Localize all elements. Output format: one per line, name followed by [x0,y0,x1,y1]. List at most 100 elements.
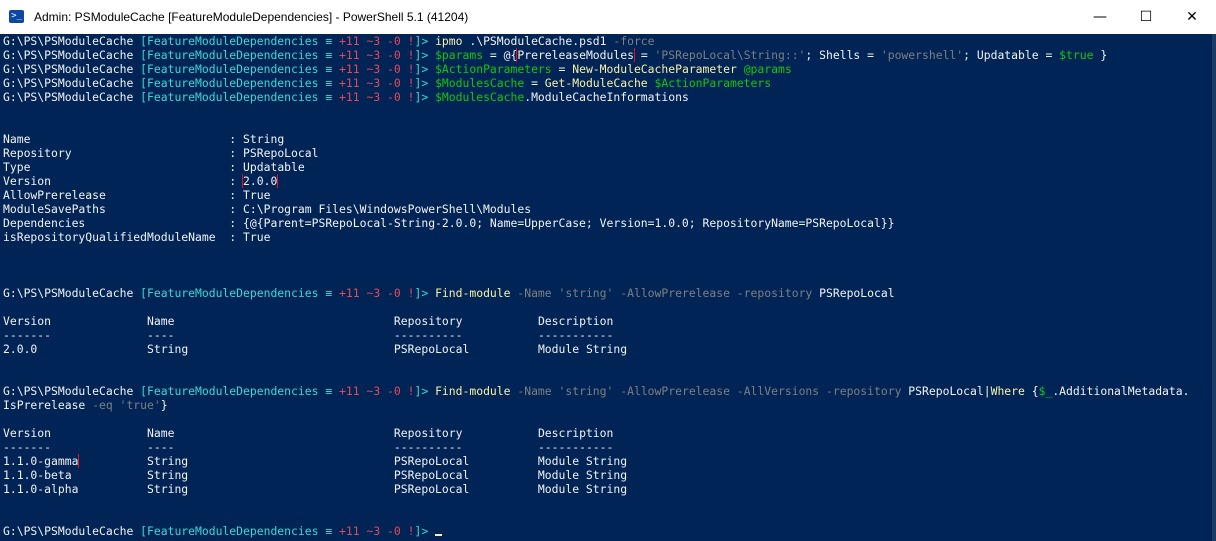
table-cell: Description [537,314,614,328]
info-key: Name [3,132,223,146]
table-row: 1.1.0-alpha String PSRepoLocal Module St… [3,482,1211,496]
prompt-end: ]> [414,62,436,76]
command-token: PSRepoLocal [812,286,895,300]
info-separator: : [222,216,244,230]
column-gap [174,328,393,342]
prompt-path: G:\PS\PSModuleCache [3,48,141,62]
prompt-end: ]> [414,524,436,538]
table-cell: Repository [393,314,463,328]
table-rule: ------- ---- ---------- ----------- [3,440,1211,454]
prompt-git-status: +11 ~3 -0 ! [339,524,415,538]
info-separator: : [222,202,244,216]
info-row: Repository : PSRepoLocal [3,146,1211,160]
command-line: G:\PS\PSModuleCache [FeatureModuleDepend… [3,90,1211,104]
command-token: .AdditionalMetadata. [1052,384,1190,398]
close-button[interactable]: ✕ [1169,0,1215,34]
prompt-separator: ≡ [318,90,340,104]
table-header: Version Name Repository Description [3,314,1211,328]
command-token: IsPrerelease [3,398,86,412]
column-gap [463,440,538,454]
command-token: = [524,76,545,90]
table-cell: Description [537,426,614,440]
command-token: ; Updatable = [963,48,1060,62]
prompt-separator: ≡ [318,524,340,538]
table-cell: ---------- [393,328,463,342]
table-cell: Repository [393,426,463,440]
table-header: Version Name Repository Description [3,426,1211,440]
info-key: isRepositoryQualifiedModuleName [3,230,223,244]
command-token: Find-module [435,286,511,300]
command-token: ; Shells = [805,48,881,62]
maximize-button[interactable]: ☐ [1123,0,1169,34]
highlighted-token: PrereleaseModules [516,48,635,62]
prompt-separator: ≡ [318,384,340,398]
command-token: { [1024,384,1039,398]
table-cell: Module String [537,468,628,482]
info-key: AllowPrerelease [3,188,223,202]
column-gap [78,482,147,496]
table-cell: PSRepoLocal [393,468,470,482]
command-line: G:\PS\PSModuleCache [FeatureModuleDepend… [3,48,1211,62]
table-cell: PSRepoLocal [393,342,470,356]
command-token: -force [613,34,655,48]
vertical-scrollbar[interactable] [1212,34,1216,541]
column-gap [469,454,538,468]
table-cell: ----------- [537,328,614,342]
prompt-git-status: +11 ~3 -0 ! [339,90,415,104]
command-token: $ModulesCache [435,76,525,90]
prompt-path: G:\PS\PSModuleCache [3,90,141,104]
info-row: Name : String [3,132,1211,146]
column-gap [72,468,147,482]
table-cell: String [147,342,189,356]
minimize-button[interactable]: — [1077,0,1123,34]
table-row: 2.0.0 String PSRepoLocal Module String [3,342,1211,356]
table-cell: ------- [3,328,52,342]
command-token: .\PSModuleCache.psd1 [462,34,614,48]
prompt-git-status: +11 ~3 -0 ! [339,384,415,398]
info-row: ModuleSavePaths : C:\Program Files\Windo… [3,202,1211,216]
column-gap [463,314,538,328]
command-token: Where [990,384,1025,398]
command-token: $params [435,48,484,62]
info-row: isRepositoryQualifiedModuleName : True [3,230,1211,244]
table-cell: Module String [537,454,628,468]
command-line: G:\PS\PSModuleCache [FeatureModuleDepend… [3,286,1211,300]
prompt-end: ]> [414,76,436,90]
command-token: 'true' [119,398,161,412]
info-key: Type [3,160,223,174]
prompt-path: G:\PS\PSModuleCache [3,384,141,398]
prompt-path: G:\PS\PSModuleCache [3,76,141,90]
prompt-git-status: +11 ~3 -0 ! [339,76,415,90]
command-token: -Name [517,384,552,398]
prompt-branch: [FeatureModuleDependencies [140,524,319,538]
prompt-separator: ≡ [318,48,340,62]
info-key: Version [3,174,223,188]
column-gap [469,468,538,482]
info-row: AllowPrerelease : True [3,188,1211,202]
prompt-end: ]> [414,90,436,104]
info-value: C:\Program Files\WindowsPowerShell\Modul… [243,202,532,216]
table-cell: PSRepoLocal [393,454,470,468]
prompt-separator: ≡ [318,34,340,48]
command-token: -repository [826,384,902,398]
command-line: G:\PS\PSModuleCache [FeatureModuleDepend… [3,76,1211,90]
powershell-icon: >_ [9,10,24,23]
command-token [648,76,655,90]
command-token: -eq [92,398,113,412]
info-value: String [243,132,285,146]
info-key: ModuleSavePaths [3,202,223,216]
command-token: PSRepoLocal| [901,384,991,398]
table-cell: Version [3,426,52,440]
table-cell: String [147,482,189,496]
command-token: New-ModuleCacheParameter [572,62,737,76]
command-token: 'string' [558,384,614,398]
info-value: True [243,188,271,202]
command-token: Get-ModuleCache [544,76,648,90]
title-bar: >_ Admin: PSModuleCache [FeatureModuleDe… [0,0,1216,34]
console-output[interactable]: G:\PS\PSModuleCache [FeatureModuleDepend… [3,34,1211,541]
prompt-git-status: +11 ~3 -0 ! [339,286,415,300]
